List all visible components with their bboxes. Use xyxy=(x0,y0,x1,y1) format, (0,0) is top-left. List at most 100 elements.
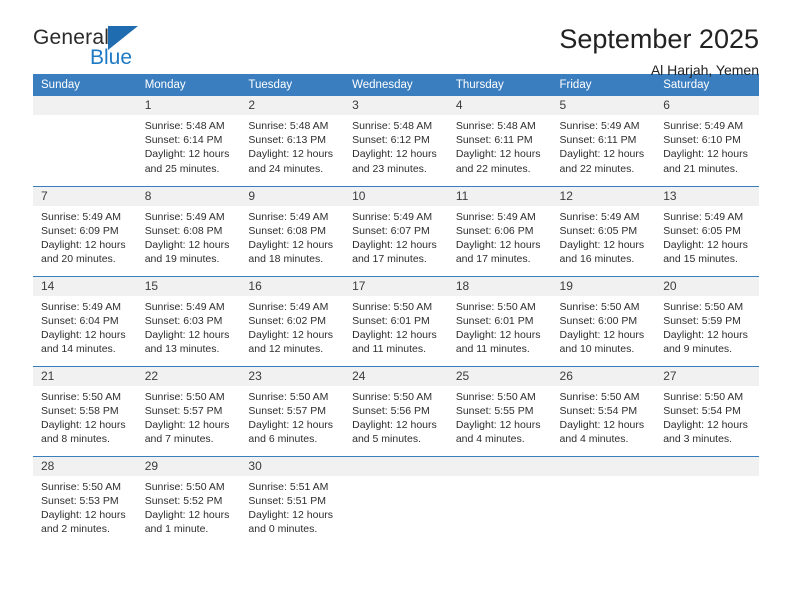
sunset-text: Sunset: 5:55 PM xyxy=(455,404,534,417)
daylight-text-line2: and 25 minutes. xyxy=(144,162,220,175)
daylight-text-line2: and 15 minutes. xyxy=(663,253,738,266)
day-cell[interactable]: 11 Sunrise: 5:49 AM Sunset: 6:06 PM Dayligh… xyxy=(447,185,552,276)
day-details: Sunrise: 5:48 AM Sunset: 6:14 PM Daylight:… xyxy=(137,115,241,176)
calendar-week-row: 28 Sunrise: 5:50 AM Sunset: 5:53 PM Dayligh… xyxy=(33,455,759,546)
day-cell[interactable]: 3 Sunrise: 5:48 AM Sunset: 6:12 PM Daylight… xyxy=(344,96,448,186)
page-header: General Blue September 2025 Al Harjah, Y… xyxy=(33,0,759,78)
sunset-text: Sunset: 5:53 PM xyxy=(41,494,119,507)
sunset-text: Sunset: 6:01 PM xyxy=(455,314,534,327)
sunrise-text: Sunrise: 5:50 AM xyxy=(352,300,433,313)
sunrise-text: Sunrise: 5:50 AM xyxy=(559,300,640,313)
sunrise-text: Sunrise: 5:50 AM xyxy=(41,390,121,403)
day-cell[interactable]: 15 Sunrise: 5:49 AM Sunset: 6:03 PM Dayligh… xyxy=(136,275,241,366)
day-cell[interactable]: 13 Sunrise: 5:49 AM Sunset: 6:05 PM Dayligh… xyxy=(655,185,759,276)
daylight-text-line2: and 23 minutes. xyxy=(352,162,427,175)
day-cell[interactable]: 9 Sunrise: 5:49 AM Sunset: 6:08 PM Daylight… xyxy=(240,185,345,276)
day-cell[interactable]: 16 Sunrise: 5:49 AM Sunset: 6:02 PM Dayligh… xyxy=(240,275,345,366)
sunrise-text: Sunrise: 5:50 AM xyxy=(455,390,536,403)
sunset-text: Sunset: 6:08 PM xyxy=(144,224,223,237)
sunset-text: Sunset: 5:58 PM xyxy=(41,404,119,417)
sunset-text: Sunset: 6:06 PM xyxy=(455,224,534,237)
day-cell[interactable]: 1 Sunrise: 5:48 AM Sunset: 6:14 PM Daylight… xyxy=(136,96,241,186)
day-details: Sunrise: 5:50 AM Sunset: 5:58 PM Daylight:… xyxy=(33,386,137,447)
day-details: Sunrise: 5:50 AM Sunset: 5:55 PM Daylight:… xyxy=(448,386,552,447)
daylight-text-line1: Daylight: 12 hours xyxy=(144,328,230,341)
daylight-text-line1: Daylight: 12 hours xyxy=(455,238,541,251)
logo-text-blue: Blue xyxy=(90,46,133,69)
sunset-text: Sunset: 6:13 PM xyxy=(248,134,327,147)
sunrise-text: Sunrise: 5:50 AM xyxy=(352,390,433,403)
sunrise-text: Sunrise: 5:49 AM xyxy=(41,210,121,223)
day-cell[interactable]: 17 Sunrise: 5:50 AM Sunset: 6:01 PM Dayligh… xyxy=(344,275,448,366)
day-number xyxy=(344,456,448,476)
day-cell[interactable]: 23 Sunrise: 5:50 AM Sunset: 5:57 PM Dayligh… xyxy=(240,365,345,456)
day-number: 8 xyxy=(136,186,241,206)
daylight-text-line1: Daylight: 12 hours xyxy=(352,148,437,161)
day-cell[interactable]: 22 Sunrise: 5:50 AM Sunset: 5:57 PM Dayligh… xyxy=(136,365,241,456)
day-cell[interactable]: 28 Sunrise: 5:50 AM Sunset: 5:53 PM Dayligh… xyxy=(33,455,137,546)
general-blue-logo[interactable]: General Blue xyxy=(33,0,253,69)
sunrise-text: Sunrise: 5:48 AM xyxy=(352,120,433,132)
daylight-text-line2: and 22 minutes. xyxy=(559,162,635,175)
sunset-text: Sunset: 5:59 PM xyxy=(663,314,741,327)
day-cell[interactable]: 24 Sunrise: 5:50 AM Sunset: 5:56 PM Dayligh… xyxy=(344,365,448,456)
daylight-text-line2: and 10 minutes. xyxy=(559,343,635,356)
day-cell[interactable]: 25 Sunrise: 5:50 AM Sunset: 5:55 PM Dayligh… xyxy=(447,365,552,456)
day-details: Sunrise: 5:49 AM Sunset: 6:08 PM Daylight:… xyxy=(240,206,344,267)
daylight-text-line2: and 1 minute. xyxy=(144,523,209,536)
day-details: Sunrise: 5:50 AM Sunset: 5:54 PM Daylight:… xyxy=(655,386,759,447)
day-cell[interactable]: 14 Sunrise: 5:49 AM Sunset: 6:04 PM Dayligh… xyxy=(33,275,137,366)
daylight-text-line2: and 5 minutes. xyxy=(352,433,421,446)
page-title: September 2025 xyxy=(559,24,759,54)
day-number: 30 xyxy=(240,456,345,476)
sunrise-text: Sunrise: 5:48 AM xyxy=(248,120,329,132)
sunrise-text: Sunrise: 5:49 AM xyxy=(559,210,640,223)
day-details: Sunrise: 5:49 AM Sunset: 6:05 PM Daylight:… xyxy=(655,206,759,267)
day-cell[interactable]: 7 Sunrise: 5:49 AM Sunset: 6:09 PM Daylight… xyxy=(33,185,137,276)
sunrise-text: Sunrise: 5:49 AM xyxy=(559,120,640,132)
daylight-text-line1: Daylight: 12 hours xyxy=(41,418,126,431)
daylight-text-line2: and 21 minutes. xyxy=(663,162,738,175)
day-cell[interactable]: 30 Sunrise: 5:51 AM Sunset: 5:51 PM Dayligh… xyxy=(240,455,345,546)
daylight-text-line2: and 4 minutes. xyxy=(559,433,629,446)
day-cell[interactable]: 8 Sunrise: 5:49 AM Sunset: 6:08 PM Daylight… xyxy=(136,185,241,276)
sunset-text: Sunset: 6:05 PM xyxy=(663,224,741,237)
day-number: 2 xyxy=(240,96,345,115)
weekday-header-tuesday: Tuesday xyxy=(240,74,345,96)
day-details: Sunrise: 5:50 AM Sunset: 5:59 PM Daylight:… xyxy=(655,296,759,357)
daylight-text-line2: and 18 minutes. xyxy=(248,253,324,266)
sunset-text: Sunset: 5:52 PM xyxy=(144,494,223,507)
daylight-text-line2: and 19 minutes. xyxy=(144,253,220,266)
day-cell[interactable]: 26 Sunrise: 5:50 AM Sunset: 5:54 PM Dayligh… xyxy=(551,365,656,456)
day-cell[interactable]: 20 Sunrise: 5:50 AM Sunset: 5:59 PM Dayligh… xyxy=(655,275,759,366)
sunset-text: Sunset: 5:51 PM xyxy=(248,494,327,507)
day-details: Sunrise: 5:49 AM Sunset: 6:08 PM Daylight:… xyxy=(137,206,241,267)
day-cell[interactable]: 4 Sunrise: 5:48 AM Sunset: 6:11 PM Daylight… xyxy=(447,96,552,186)
day-number: 15 xyxy=(136,276,241,296)
day-cell[interactable]: 5 Sunrise: 5:49 AM Sunset: 6:11 PM Daylight… xyxy=(551,96,656,186)
daylight-text-line1: Daylight: 12 hours xyxy=(455,328,541,341)
day-cell[interactable]: 6 Sunrise: 5:49 AM Sunset: 6:10 PM Daylight… xyxy=(655,96,759,186)
daylight-text-line2: and 16 minutes. xyxy=(559,253,635,266)
day-cell[interactable]: 29 Sunrise: 5:50 AM Sunset: 5:52 PM Dayligh… xyxy=(136,455,241,546)
daylight-text-line1: Daylight: 12 hours xyxy=(559,148,645,161)
day-number: 10 xyxy=(344,186,448,206)
day-details: Sunrise: 5:49 AM Sunset: 6:05 PM Daylight:… xyxy=(552,206,656,267)
day-cell[interactable]: 12 Sunrise: 5:49 AM Sunset: 6:05 PM Dayligh… xyxy=(551,185,656,276)
day-cell[interactable]: 19 Sunrise: 5:50 AM Sunset: 6:00 PM Dayligh… xyxy=(551,275,656,366)
sunset-text: Sunset: 6:02 PM xyxy=(248,314,327,327)
day-cell[interactable]: 18 Sunrise: 5:50 AM Sunset: 6:01 PM Dayligh… xyxy=(447,275,552,366)
daylight-text-line2: and 0 minutes. xyxy=(248,523,318,536)
day-details: Sunrise: 5:49 AM Sunset: 6:02 PM Daylight:… xyxy=(240,296,344,357)
day-cell[interactable]: 21 Sunrise: 5:50 AM Sunset: 5:58 PM Dayligh… xyxy=(33,365,137,456)
day-cell[interactable]: 10 Sunrise: 5:49 AM Sunset: 6:07 PM Dayligh… xyxy=(344,185,448,276)
daylight-text-line2: and 3 minutes. xyxy=(663,433,733,446)
sunrise-text: Sunrise: 5:50 AM xyxy=(663,390,744,403)
daylight-text-line1: Daylight: 12 hours xyxy=(248,508,334,521)
day-cell[interactable]: 27 Sunrise: 5:50 AM Sunset: 5:54 PM Dayligh… xyxy=(655,365,759,456)
sunset-text: Sunset: 6:01 PM xyxy=(352,314,430,327)
day-details: Sunrise: 5:50 AM Sunset: 5:57 PM Daylight:… xyxy=(137,386,241,447)
day-details: Sunrise: 5:48 AM Sunset: 6:13 PM Daylight:… xyxy=(240,115,344,176)
day-cell[interactable]: 2 Sunrise: 5:48 AM Sunset: 6:13 PM Daylight… xyxy=(240,96,345,186)
sunrise-text: Sunrise: 5:49 AM xyxy=(248,300,329,313)
